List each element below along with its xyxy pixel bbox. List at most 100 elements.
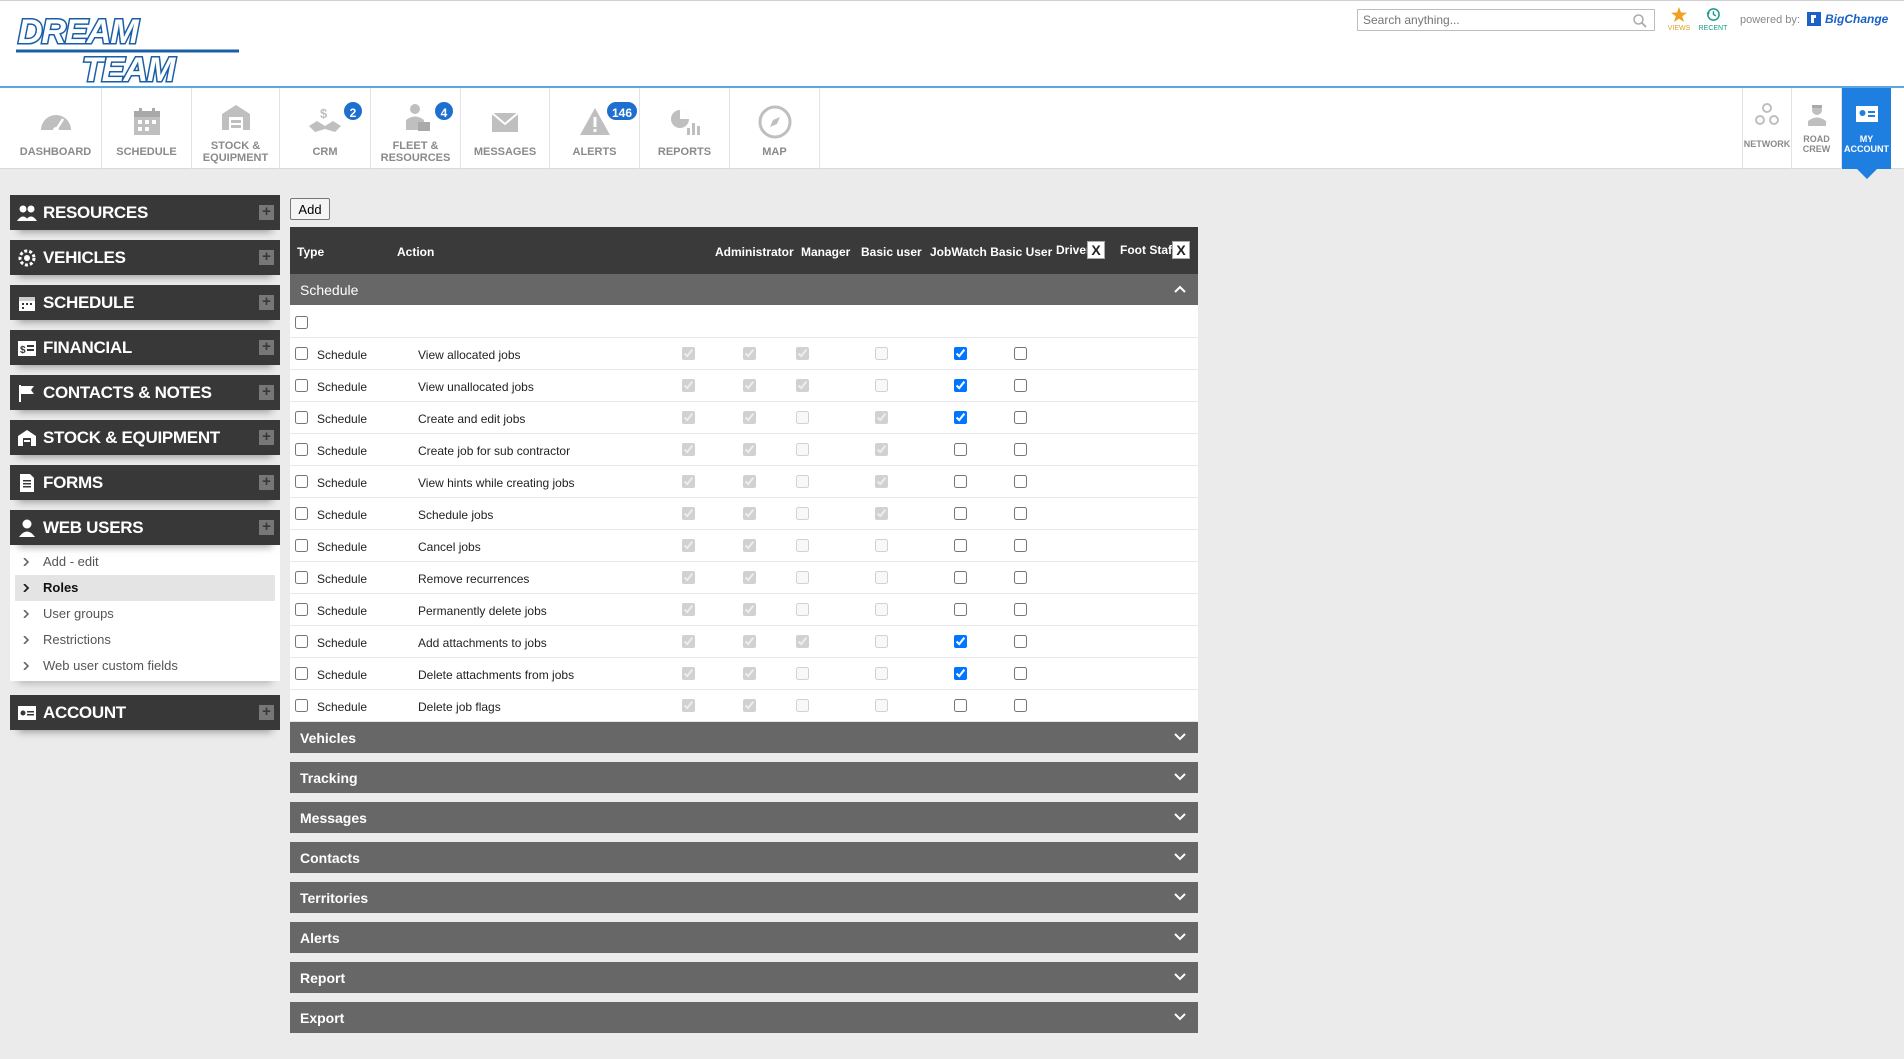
permission-checkbox-driver[interactable] — [954, 507, 967, 520]
search-input[interactable] — [1358, 10, 1618, 30]
submenu-user-groups[interactable]: User groups — [10, 601, 280, 627]
row-select-checkbox[interactable] — [295, 379, 308, 392]
sidebar-section-financial[interactable]: $ FINANCIAL + — [10, 330, 280, 365]
row-select-checkbox[interactable] — [295, 347, 308, 360]
group-header-vehicles[interactable]: Vehicles — [290, 722, 1198, 753]
permission-checkbox-driver[interactable] — [954, 539, 967, 552]
sidebar-section-stock-equipment[interactable]: STOCK & EQUIPMENT + — [10, 420, 280, 455]
row-select-checkbox[interactable] — [295, 667, 308, 680]
permission-checkbox-foot-staff[interactable] — [1014, 507, 1027, 520]
remove-foot-staff-column-button[interactable]: X — [1172, 241, 1190, 259]
sidebar-section-forms[interactable]: FORMS + — [10, 465, 280, 500]
nav-crm[interactable]: $ 2 CRM — [280, 88, 371, 169]
nav-stock-equipment[interactable]: STOCK & EQUIPMENT — [192, 88, 280, 169]
permission-checkbox-foot-staff[interactable] — [1014, 667, 1027, 680]
chevron-down-icon[interactable] — [1174, 732, 1186, 742]
search-box[interactable] — [1357, 9, 1655, 31]
row-select-checkbox[interactable] — [295, 603, 308, 616]
permission-checkbox-foot-staff[interactable] — [1014, 539, 1027, 552]
nav-road-crew[interactable]: ROAD CREW — [1791, 88, 1841, 169]
nav-network[interactable]: NETWORK — [1742, 88, 1791, 169]
permission-checkbox-driver[interactable] — [954, 667, 967, 680]
group-header-tracking[interactable]: Tracking — [290, 762, 1198, 793]
row-select-checkbox[interactable] — [295, 411, 308, 424]
dream-team-logo[interactable]: DREAM TEAM — [14, 11, 244, 87]
nav-dashboard[interactable]: DASHBOARD — [10, 88, 102, 169]
row-select-checkbox[interactable] — [295, 539, 308, 552]
permission-checkbox-driver[interactable] — [954, 571, 967, 584]
row-select-checkbox[interactable] — [295, 507, 308, 520]
remove-driver-column-button[interactable]: X — [1087, 241, 1105, 259]
expand-icon[interactable]: + — [259, 474, 274, 490]
nav-schedule[interactable]: SCHEDULE — [102, 88, 192, 169]
expand-icon[interactable]: + — [259, 249, 274, 265]
permission-checkbox-foot-staff[interactable] — [1014, 635, 1027, 648]
permission-checkbox-foot-staff[interactable] — [1014, 699, 1027, 712]
group-header-territories[interactable]: Territories — [290, 882, 1198, 913]
row-select-checkbox[interactable] — [295, 475, 308, 488]
group-header-export[interactable]: Export — [290, 1002, 1198, 1033]
expand-icon[interactable]: + — [259, 339, 274, 355]
permission-checkbox-driver[interactable] — [954, 699, 967, 712]
chevron-down-icon[interactable] — [1174, 812, 1186, 822]
nav-my-account[interactable]: MY ACCOUNT — [1841, 88, 1891, 179]
nav-reports[interactable]: REPORTS — [640, 88, 730, 169]
bigchange-logo[interactable]: BigChange — [1806, 11, 1888, 27]
select-all-checkbox[interactable] — [295, 316, 308, 329]
submenu-roles[interactable]: Roles — [15, 575, 275, 601]
expand-icon[interactable]: + — [259, 704, 274, 720]
permission-checkbox-foot-staff[interactable] — [1014, 475, 1027, 488]
permission-checkbox-foot-staff[interactable] — [1014, 347, 1027, 360]
group-header-messages[interactable]: Messages — [290, 802, 1198, 833]
permission-checkbox-foot-staff[interactable] — [1014, 603, 1027, 616]
permission-checkbox-driver[interactable] — [954, 443, 967, 456]
expand-icon[interactable]: + — [259, 384, 274, 400]
permission-checkbox-driver[interactable] — [954, 347, 967, 360]
submenu-add-edit[interactable]: Add - edit — [10, 549, 280, 575]
nav-messages[interactable]: MESSAGES — [461, 88, 550, 169]
permission-checkbox-foot-staff[interactable] — [1014, 411, 1027, 424]
sidebar-section-resources[interactable]: RESOURCES + — [10, 195, 280, 230]
submenu-web-user-custom-fields[interactable]: Web user custom fields — [10, 653, 280, 679]
group-header-contacts[interactable]: Contacts — [290, 842, 1198, 873]
expand-icon[interactable]: + — [259, 519, 274, 535]
permission-checkbox-driver[interactable] — [954, 635, 967, 648]
group-header-schedule[interactable]: Schedule — [290, 274, 1198, 305]
chevron-up-icon[interactable] — [1174, 284, 1186, 294]
chevron-down-icon[interactable] — [1174, 1012, 1186, 1022]
sidebar-section-account[interactable]: ACCOUNT + — [10, 695, 280, 730]
recent-button[interactable]: RECENT — [1698, 7, 1728, 32]
group-header-report[interactable]: Report — [290, 962, 1198, 993]
chevron-down-icon[interactable] — [1174, 772, 1186, 782]
row-select-checkbox[interactable] — [295, 571, 308, 584]
group-header-alerts[interactable]: Alerts — [290, 922, 1198, 953]
nav-fleet-resources[interactable]: 4 FLEET & RESOURCES — [371, 88, 461, 169]
permission-checkbox-foot-staff[interactable] — [1014, 379, 1027, 392]
submenu-restrictions[interactable]: Restrictions — [10, 627, 280, 653]
row-select-checkbox[interactable] — [295, 635, 308, 648]
permission-checkbox-driver[interactable] — [954, 379, 967, 392]
add-role-button[interactable]: Add — [290, 198, 330, 220]
expand-icon[interactable]: + — [259, 429, 274, 445]
sidebar-section-schedule[interactable]: SCHEDULE + — [10, 285, 280, 320]
expand-icon[interactable]: + — [259, 204, 274, 220]
permission-checkbox-driver[interactable] — [954, 603, 967, 616]
nav-alerts[interactable]: 146 ALERTS — [550, 88, 640, 169]
chevron-down-icon[interactable] — [1174, 972, 1186, 982]
permission-checkbox-foot-staff[interactable] — [1014, 571, 1027, 584]
permission-checkbox-driver[interactable] — [954, 411, 967, 424]
chevron-down-icon[interactable] — [1174, 892, 1186, 902]
sidebar-section-vehicles[interactable]: VEHICLES + — [10, 240, 280, 275]
permission-checkbox-foot-staff[interactable] — [1014, 443, 1027, 456]
sidebar-section-web-users[interactable]: WEB USERS + — [10, 510, 280, 545]
row-select-checkbox[interactable] — [295, 443, 308, 456]
views-button[interactable]: VIEWS — [1664, 7, 1694, 32]
nav-map[interactable]: MAP — [730, 88, 820, 169]
expand-icon[interactable]: + — [259, 294, 274, 310]
row-select-checkbox[interactable] — [295, 699, 308, 712]
chevron-down-icon[interactable] — [1174, 932, 1186, 942]
permission-checkbox-driver[interactable] — [954, 475, 967, 488]
sidebar-section-contacts-notes[interactable]: CONTACTS & NOTES + — [10, 375, 280, 410]
search-icon[interactable] — [1632, 13, 1648, 29]
chevron-down-icon[interactable] — [1174, 852, 1186, 862]
